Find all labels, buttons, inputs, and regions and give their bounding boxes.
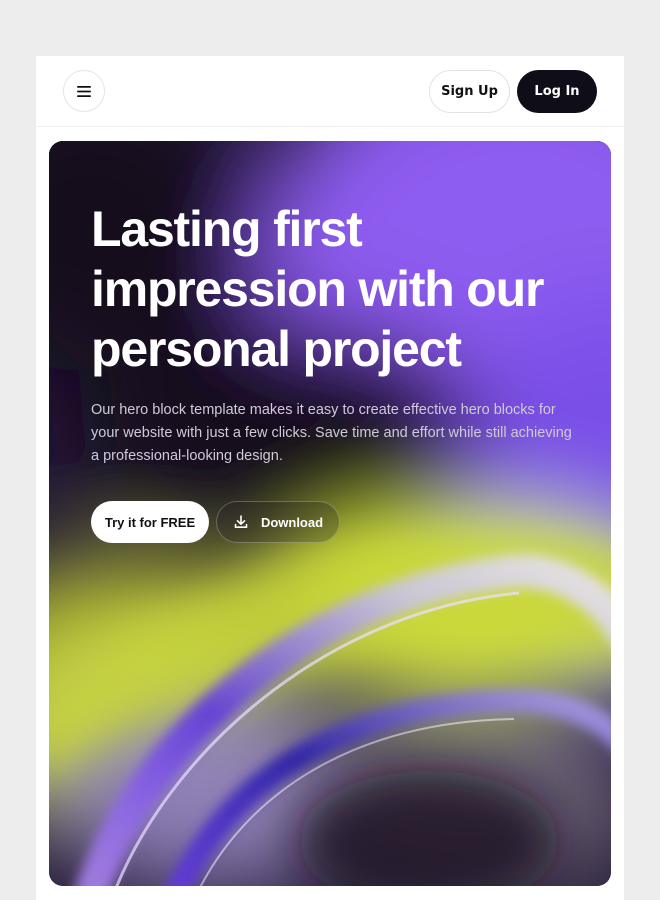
top-navbar: Sign Up Log In	[36, 56, 624, 127]
try-free-button[interactable]: Try it for FREE	[91, 501, 209, 543]
hamburger-menu-icon	[77, 85, 91, 97]
download-button[interactable]: Download	[216, 501, 340, 543]
menu-button[interactable]	[63, 70, 105, 112]
download-icon	[233, 514, 249, 530]
page-card: Sign Up Log In Lasting first impression …	[36, 56, 624, 900]
download-button-label: Download	[260, 514, 324, 530]
hero-banner: Lasting first impression with our person…	[49, 141, 611, 886]
sign-up-button[interactable]: Sign Up	[429, 70, 510, 113]
hero-description: Our hero block template makes it easy to…	[91, 402, 572, 464]
hero-title: Lasting first impression with our person…	[91, 201, 544, 377]
log-in-button[interactable]: Log In	[517, 70, 597, 113]
